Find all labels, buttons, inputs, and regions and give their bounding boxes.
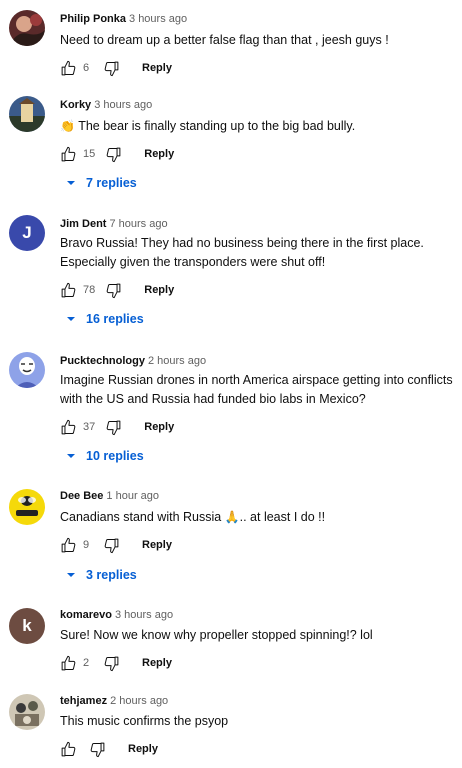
comment-actions: Reply: [60, 739, 158, 759]
comment-text: Sure! Now we know why propeller stopped …: [60, 628, 373, 642]
view-replies-button[interactable]: 7 replies: [66, 176, 137, 190]
avatar[interactable]: J: [9, 215, 45, 251]
comment-header: komarevo 3 hours ago: [60, 609, 173, 621]
comment-actions: 9 Reply: [60, 535, 172, 555]
comment-text: Canadians stand with Russia 🙏.. at least…: [60, 508, 462, 527]
view-replies-button[interactable]: 3 replies: [66, 568, 137, 582]
author-name[interactable]: Philip Ponka: [60, 13, 126, 25]
replies-label: 10 replies: [86, 449, 144, 463]
comment-header: Dee Bee 1 hour ago: [60, 490, 159, 502]
dislike-icon[interactable]: [105, 419, 122, 436]
dislike-icon[interactable]: [103, 537, 120, 554]
reply-button[interactable]: Reply: [144, 421, 174, 433]
replies-label: 16 replies: [86, 312, 144, 326]
comment-text-line: Imagine Russian drones in north America …: [60, 373, 453, 387]
author-name[interactable]: tehjamez: [60, 695, 107, 707]
reply-button[interactable]: Reply: [142, 62, 172, 74]
comment-time[interactable]: 2 hours ago: [148, 355, 206, 367]
like-icon[interactable]: [60, 282, 77, 299]
view-replies-button[interactable]: 16 replies: [66, 312, 144, 326]
comment-time[interactable]: 2 hours ago: [110, 695, 168, 707]
comment-text: 👏 The bear is finally standing up to the…: [60, 117, 462, 136]
like-count: 15: [83, 148, 96, 160]
avatar-letter: k: [22, 616, 32, 635]
chevron-down-icon: [66, 570, 76, 580]
praying-hands-emoji-icon: 🙏: [224, 510, 240, 524]
reply-button[interactable]: Reply: [142, 657, 172, 669]
avatar[interactable]: [9, 96, 45, 132]
comment-header: Jim Dent 7 hours ago: [60, 218, 168, 230]
dislike-icon[interactable]: [103, 655, 120, 672]
author-name[interactable]: Pucktechnology: [60, 355, 145, 367]
reply-button[interactable]: Reply: [142, 539, 172, 551]
comment-time[interactable]: 7 hours ago: [109, 218, 167, 230]
avatar[interactable]: [9, 352, 45, 388]
like-icon[interactable]: [60, 741, 77, 758]
dislike-icon[interactable]: [105, 146, 122, 163]
comment-text-body: The bear is finally standing up to the b…: [78, 119, 356, 133]
author-name[interactable]: Dee Bee: [60, 490, 103, 502]
comment-actions: 78 Reply: [60, 280, 174, 300]
comment-text: Need to dream up a better false flag tha…: [60, 33, 389, 47]
comment-time[interactable]: 3 hours ago: [115, 609, 173, 621]
comment-actions: 6 Reply: [60, 58, 172, 78]
reply-button[interactable]: Reply: [128, 743, 158, 755]
comment-header: Philip Ponka 3 hours ago: [60, 13, 187, 25]
like-icon[interactable]: [60, 419, 77, 436]
avatar[interactable]: [9, 694, 45, 730]
comment-actions: 37 Reply: [60, 417, 174, 437]
like-icon[interactable]: [60, 537, 77, 554]
avatar-letter: J: [22, 223, 32, 242]
comment-text: This music confirms the psyop: [60, 714, 229, 728]
comment-text-line: Especially given the transponders were s…: [60, 255, 326, 269]
author-name[interactable]: Korky: [60, 99, 91, 111]
comment-text-body: .. at least I do !!: [239, 510, 326, 524]
author-name[interactable]: Jim Dent: [60, 218, 106, 230]
like-count: 37: [83, 421, 96, 433]
replies-label: 7 replies: [86, 176, 137, 190]
clap-emoji-icon: 👏: [60, 119, 75, 133]
comment-header: tehjamez 2 hours ago: [60, 695, 168, 707]
comment-text-line: Bravo Russia! They had no business being…: [60, 236, 424, 250]
comment-header: Pucktechnology 2 hours ago: [60, 355, 206, 367]
author-name[interactable]: komarevo: [60, 609, 112, 621]
dislike-icon[interactable]: [89, 741, 106, 758]
comment-time[interactable]: 3 hours ago: [94, 99, 152, 111]
chevron-down-icon: [66, 451, 76, 461]
like-count: 9: [83, 539, 90, 551]
avatar[interactable]: [9, 489, 45, 525]
like-icon[interactable]: [60, 655, 77, 672]
dislike-icon[interactable]: [103, 60, 120, 77]
comment-actions: 15 Reply: [60, 144, 174, 164]
comment-text-line: with the US and Russia had funded bio la…: [60, 392, 366, 406]
avatar[interactable]: [9, 10, 45, 46]
view-replies-button[interactable]: 10 replies: [66, 449, 144, 463]
reply-button[interactable]: Reply: [144, 148, 174, 160]
comment-time[interactable]: 1 hour ago: [106, 490, 159, 502]
comment-time[interactable]: 3 hours ago: [129, 13, 187, 25]
like-icon[interactable]: [60, 60, 77, 77]
chevron-down-icon: [66, 178, 76, 188]
reply-button[interactable]: Reply: [144, 284, 174, 296]
like-count: 2: [83, 657, 90, 669]
like-count: 78: [83, 284, 96, 296]
comment-header: Korky 3 hours ago: [60, 99, 152, 111]
dislike-icon[interactable]: [105, 282, 122, 299]
like-count: 6: [83, 62, 90, 74]
comment-text-body: Canadians stand with Russia: [60, 510, 225, 524]
chevron-down-icon: [66, 314, 76, 324]
like-icon[interactable]: [60, 146, 77, 163]
replies-label: 3 replies: [86, 568, 137, 582]
comment-actions: 2 Reply: [60, 653, 172, 673]
avatar[interactable]: k: [9, 608, 45, 644]
